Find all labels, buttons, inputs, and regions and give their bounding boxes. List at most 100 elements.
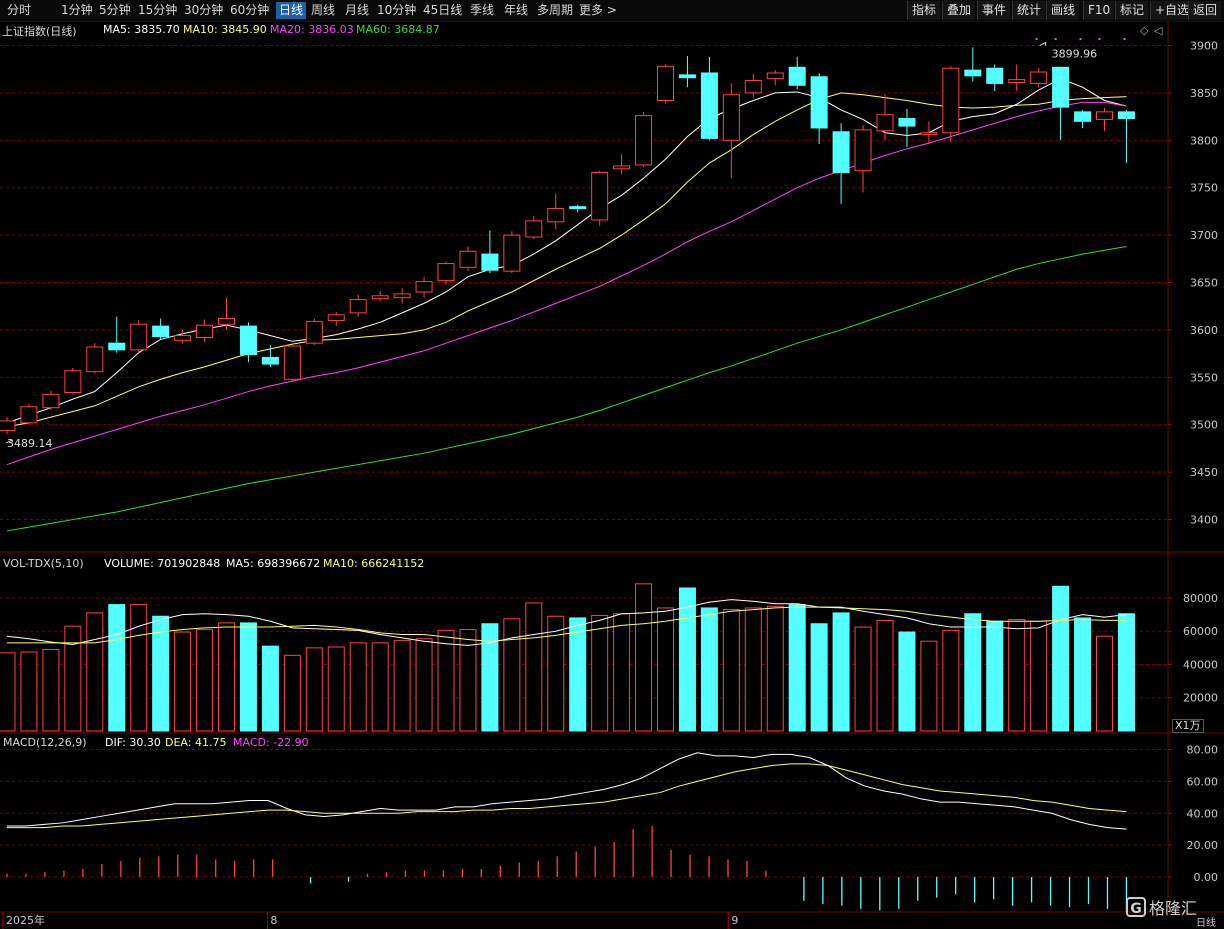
price-tick-label: 3750 [1190, 182, 1218, 195]
volume-bar [569, 617, 587, 732]
candle-body [898, 117, 916, 127]
marker-dot [1054, 38, 1057, 40]
candle-body [1008, 79, 1026, 83]
candle-body [218, 318, 235, 325]
ma20-line [6, 101, 1127, 466]
candle-body [108, 342, 126, 351]
volume-bar [503, 618, 521, 732]
candle-body [569, 206, 587, 210]
price-tick-label: 3850 [1190, 87, 1218, 100]
candle-body [481, 253, 499, 271]
volume-bar [854, 626, 872, 732]
volume-bar [1030, 620, 1048, 732]
volume-bar [920, 640, 938, 732]
price-tick-label: 3550 [1190, 371, 1218, 384]
price-tick-label: 3700 [1190, 229, 1218, 242]
volume-bar [547, 615, 565, 732]
price-tick-label: 3650 [1190, 277, 1218, 290]
volume-bar [108, 604, 126, 732]
vol-tick-label: 60000 [1183, 625, 1218, 638]
volume-bar [678, 587, 696, 732]
candle-body [261, 356, 279, 365]
watermark-logo-icon: G [1126, 897, 1146, 917]
volume-bar [1074, 617, 1092, 732]
candle-body [854, 129, 872, 172]
volume-bar [766, 605, 784, 732]
candle-body [942, 67, 960, 134]
volume-bar [283, 654, 301, 732]
volume-bar [437, 629, 455, 732]
candle-body [503, 234, 521, 272]
volume-bar [218, 622, 235, 732]
candle-body [437, 263, 455, 282]
volume-bar [239, 622, 257, 732]
low-annotation: 3489.14 [7, 437, 53, 450]
candle-body [1052, 66, 1070, 108]
candle-body [613, 165, 631, 170]
volume-bar [1052, 585, 1070, 732]
candle-body [1117, 111, 1135, 119]
candle-body [591, 172, 609, 221]
candle-body [239, 325, 257, 356]
macd-tick-label: 80.00 [1187, 744, 1219, 757]
corner-period-label: 日线 [1196, 918, 1216, 929]
candle-body [810, 76, 828, 129]
candle-body [130, 323, 148, 351]
volume-bar [1008, 619, 1026, 732]
volume-bar [152, 615, 170, 732]
candle-body [305, 320, 323, 344]
candle-body [525, 220, 543, 238]
marker-dot [1079, 38, 1082, 40]
volume-bar [525, 602, 543, 732]
candle-body [459, 250, 477, 268]
candle-body [788, 66, 806, 86]
macd-tick-label: 20.00 [1187, 839, 1219, 852]
candle-body [744, 80, 762, 94]
marker-dot [1035, 38, 1038, 40]
marker-dot [1123, 38, 1126, 40]
date-label: 2025年 [6, 913, 45, 927]
candle-body [1096, 111, 1113, 120]
volume-bar [20, 651, 38, 732]
candle-body [876, 114, 894, 132]
candle-body [415, 281, 433, 293]
candle-body [547, 208, 565, 223]
volume-bar [130, 604, 148, 732]
price-tick-label: 3500 [1190, 419, 1218, 432]
watermark-text: 格隆汇 [1149, 899, 1198, 918]
candle-body [196, 324, 214, 339]
vol-tick-label: 20000 [1183, 692, 1218, 705]
kline-chart[interactable]: 3400 3450 3500 3550 3600 3650 3700 3750 3800 3850… [0, 0, 1224, 929]
candle-body [20, 406, 38, 424]
volume-bar [261, 645, 279, 732]
price-tick-label: 3400 [1190, 514, 1218, 527]
volume-bar [876, 619, 894, 732]
volume-bar [481, 623, 499, 732]
candle-body [174, 335, 192, 341]
price-tick-label: 3450 [1190, 466, 1218, 479]
candle-body [64, 370, 82, 394]
volume-bar [613, 613, 631, 732]
price-tick-label: 3600 [1190, 324, 1218, 337]
vol-tick-label: 40000 [1183, 658, 1218, 671]
marker-dot [1098, 38, 1101, 40]
volume-bar [700, 607, 718, 732]
candle-body [722, 94, 740, 141]
candle-body [964, 69, 982, 77]
volume-bar [657, 607, 674, 732]
candle-body [1030, 71, 1048, 84]
volume-bar [986, 620, 1004, 732]
candle-body [920, 132, 938, 136]
volume-bar [415, 638, 433, 732]
candle-body [635, 115, 653, 166]
volume-bar [86, 612, 104, 732]
volume-bar [349, 642, 367, 732]
candle-body [0, 420, 16, 431]
macd-tick-label: 40.00 [1187, 807, 1219, 820]
volume-bar [327, 646, 345, 732]
candle-body [678, 74, 696, 79]
price-tick-label: 3800 [1190, 134, 1218, 147]
volume-bar [1096, 635, 1113, 732]
volume-bar [832, 612, 850, 732]
volume-bar [898, 631, 916, 732]
